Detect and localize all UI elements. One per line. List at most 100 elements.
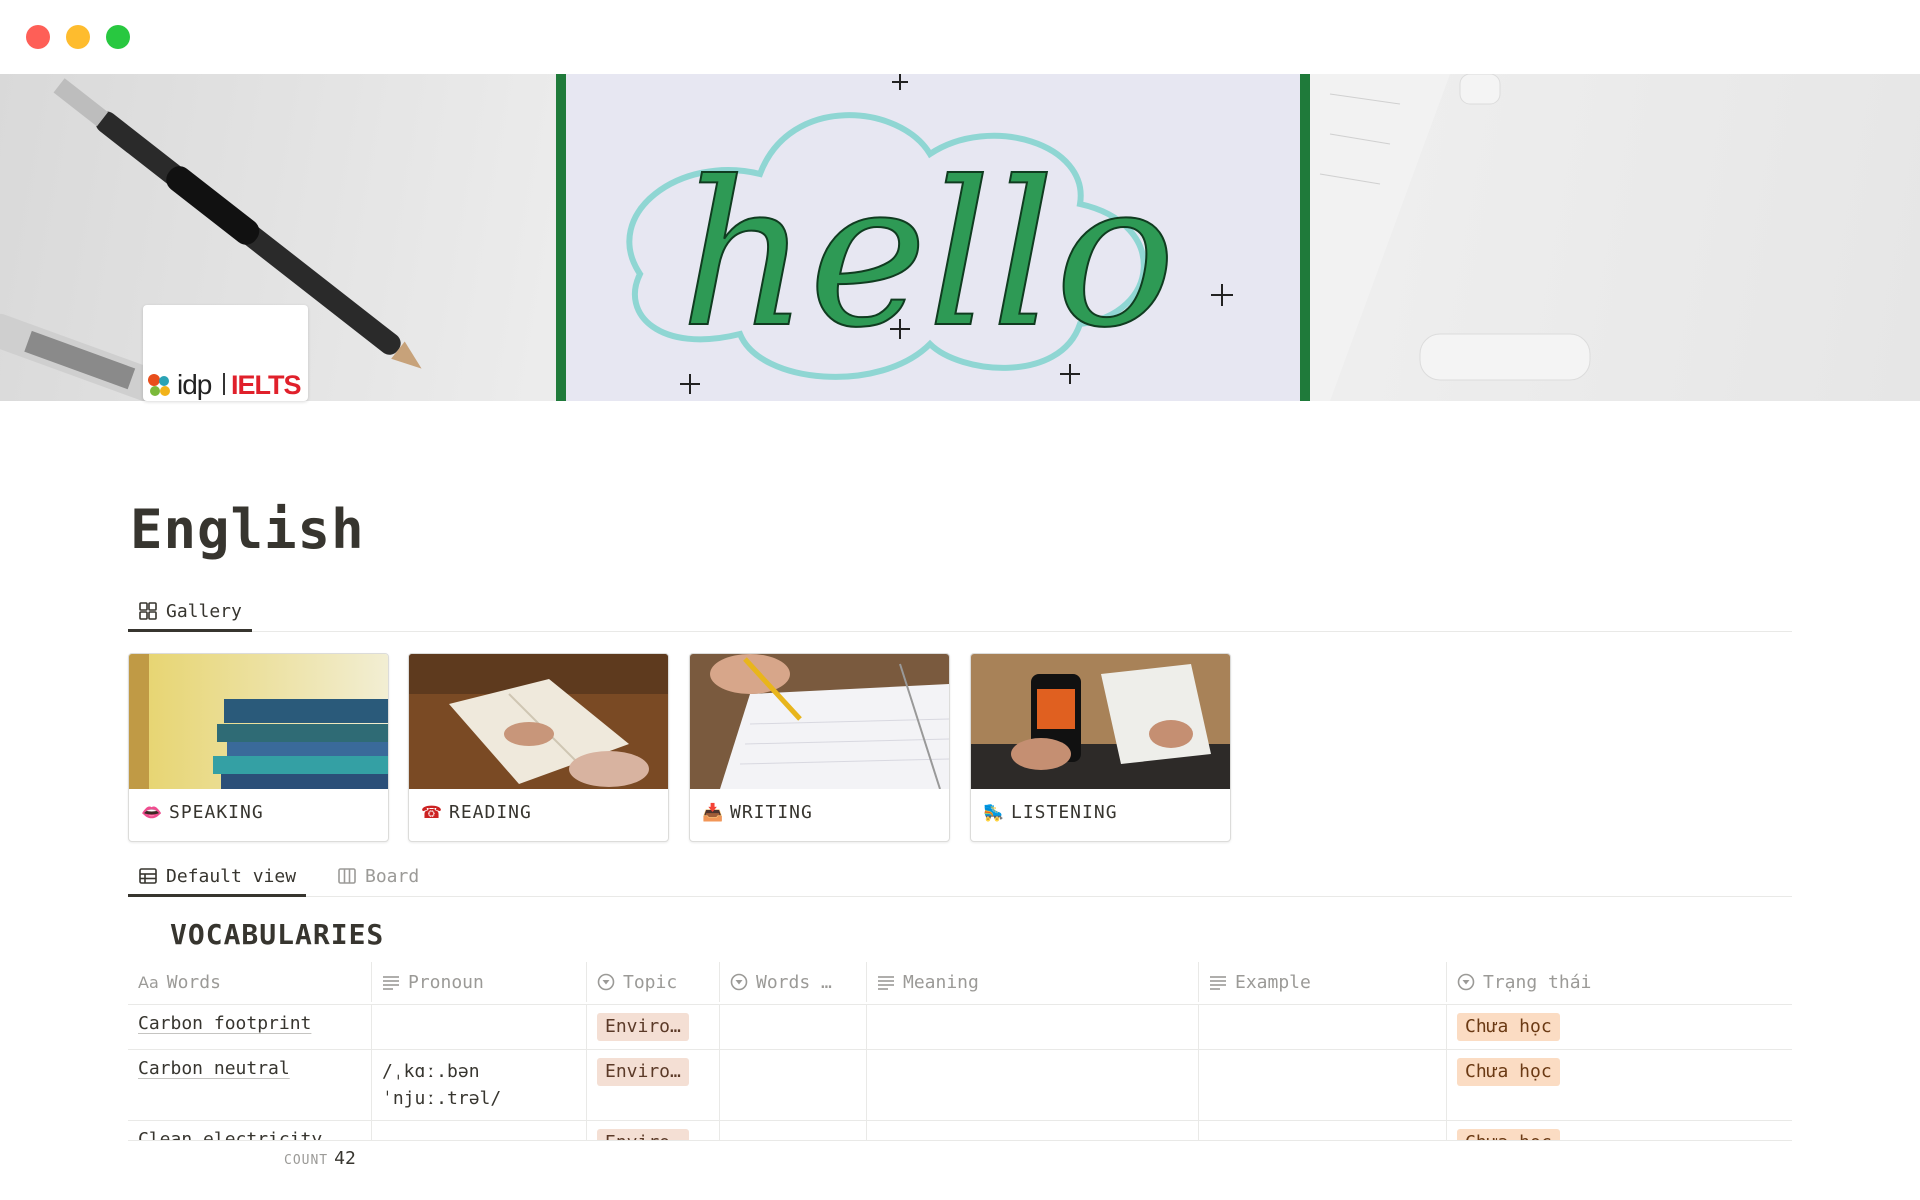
gallery-card-listening[interactable]: 🛼 LISTENING xyxy=(970,653,1231,842)
table-row[interactable]: Carbon neutral /ˌkɑː.bən ˈnjuː.trəl/ Env… xyxy=(128,1049,1792,1120)
close-window-button[interactable] xyxy=(26,25,50,49)
database-view-tabs: Default view Board xyxy=(127,856,1792,897)
database-title[interactable]: VOCABULARIES xyxy=(170,918,384,951)
column-label: Pronoun xyxy=(408,971,484,993)
tab-gallery[interactable]: Gallery xyxy=(128,591,252,632)
count-label: COUNT xyxy=(284,1153,329,1168)
table-icon xyxy=(139,868,157,884)
cell-example[interactable] xyxy=(1198,1050,1446,1120)
text-lines-icon xyxy=(878,976,894,990)
cell-topic[interactable]: Enviro… xyxy=(586,1005,719,1049)
board-icon xyxy=(338,868,356,884)
cell-words-2[interactable] xyxy=(719,1050,866,1120)
table-row[interactable]: Carbon footprint Enviro… Chưa học xyxy=(128,1004,1792,1049)
cell-pronoun[interactable] xyxy=(371,1121,586,1140)
pronoun-text-line: /ˌkɑː.bən xyxy=(382,1061,480,1082)
logo-brand: idp xyxy=(177,369,212,400)
pronoun-text-line: ˈnjuː.trəl/ xyxy=(382,1088,502,1109)
cell-status[interactable]: Chưa học xyxy=(1446,1121,1792,1140)
cell-words-2[interactable] xyxy=(719,1005,866,1049)
tab-board[interactable]: Board xyxy=(337,856,419,896)
cell-example[interactable] xyxy=(1198,1121,1446,1140)
card-title: WRITING xyxy=(730,802,813,823)
column-header-pronoun[interactable]: Pronoun xyxy=(371,962,586,1002)
column-header-topic[interactable]: Topic xyxy=(586,962,719,1002)
cell-status[interactable]: Chưa học xyxy=(1446,1005,1792,1049)
card-title-row: 👄 SPEAKING xyxy=(141,802,264,823)
gallery-icon xyxy=(139,602,157,620)
word-link[interactable]: Clean electricity xyxy=(138,1129,322,1140)
topic-tag: Enviro… xyxy=(597,1129,689,1140)
logo-product: IELTS xyxy=(231,370,302,400)
logo-separator xyxy=(223,373,225,395)
writing-thumbnail xyxy=(690,654,949,789)
window-titlebar xyxy=(0,0,1920,74)
cell-example[interactable] xyxy=(1198,1005,1446,1049)
column-label: Topic xyxy=(623,971,678,993)
page-title[interactable]: English xyxy=(130,498,365,561)
column-header-words-2[interactable]: Words … xyxy=(719,962,866,1002)
cell-pronoun[interactable]: /ˌkɑː.bən ˈnjuː.trəl/ xyxy=(371,1050,586,1120)
lips-icon: 👄 xyxy=(141,802,164,823)
card-title-row: ☎ READING xyxy=(421,802,532,823)
page-icon-logo[interactable]: idp IELTS xyxy=(143,305,308,401)
column-header-example[interactable]: Example xyxy=(1198,962,1446,1002)
idp-logo-mark-icon xyxy=(148,374,170,396)
text-lines-icon xyxy=(383,976,399,990)
card-title-row: 📥 WRITING xyxy=(702,802,813,823)
gallery-view-tabs: Gallery xyxy=(128,591,1792,632)
tab-gallery-label: Gallery xyxy=(166,600,242,622)
select-property-icon xyxy=(730,973,748,991)
tab-default-view-label: Default view xyxy=(166,865,297,887)
gallery-card-speaking[interactable]: 👄 SPEAKING xyxy=(128,653,389,842)
column-label: Trạng thái xyxy=(1483,971,1592,993)
reading-thumbnail xyxy=(409,654,668,789)
cell-word[interactable]: Clean electricity xyxy=(128,1121,371,1140)
count-value: 42 xyxy=(334,1148,356,1169)
minimize-window-button[interactable] xyxy=(66,25,90,49)
cell-pronoun[interactable] xyxy=(371,1005,586,1049)
cell-meaning[interactable] xyxy=(866,1005,1198,1049)
card-title: SPEAKING xyxy=(169,802,264,823)
column-label: Meaning xyxy=(903,971,979,993)
text-property-icon: Aa xyxy=(138,972,159,992)
word-link[interactable]: Carbon neutral xyxy=(138,1058,290,1079)
column-label: Words … xyxy=(756,971,832,993)
topic-tag: Enviro… xyxy=(597,1058,689,1086)
listening-thumbnail xyxy=(971,654,1230,789)
topic-tag: Enviro… xyxy=(597,1013,689,1041)
tab-board-label: Board xyxy=(365,865,420,887)
word-link[interactable]: Carbon footprint xyxy=(138,1013,311,1034)
tab-default-view[interactable]: Default view xyxy=(127,856,307,897)
table-header: Aa Words Pronoun Topic Words … Meaning E… xyxy=(128,962,1792,1002)
status-property-icon xyxy=(1457,973,1475,991)
row-count[interactable]: COUNT 42 xyxy=(284,1148,356,1169)
svg-text:hello: hello xyxy=(680,139,1176,372)
telephone-icon: ☎ xyxy=(421,802,444,823)
card-title-row: 🛼 LISTENING xyxy=(983,802,1118,823)
cell-word[interactable]: Carbon neutral xyxy=(128,1050,371,1120)
cell-word[interactable]: Carbon footprint xyxy=(128,1005,371,1049)
column-header-status[interactable]: Trạng thái xyxy=(1446,962,1792,1002)
status-tag: Chưa học xyxy=(1457,1058,1560,1086)
gallery-card-writing[interactable]: 📥 WRITING xyxy=(689,653,950,842)
cell-meaning[interactable] xyxy=(866,1050,1198,1120)
cell-status[interactable]: Chưa học xyxy=(1446,1050,1792,1120)
zoom-window-button[interactable] xyxy=(106,25,130,49)
cell-topic[interactable]: Enviro… xyxy=(586,1121,719,1140)
cell-topic[interactable]: Enviro… xyxy=(586,1050,719,1120)
status-tag: Chưa học xyxy=(1457,1129,1560,1140)
cell-meaning[interactable] xyxy=(866,1121,1198,1140)
roller-skate-icon: 🛼 xyxy=(983,802,1006,823)
column-header-words[interactable]: Aa Words xyxy=(128,962,371,1002)
card-title: READING xyxy=(449,802,532,823)
card-title: LISTENING xyxy=(1011,802,1118,823)
column-header-meaning[interactable]: Meaning xyxy=(866,962,1198,1002)
column-label: Words xyxy=(166,971,221,993)
inbox-icon: 📥 xyxy=(702,802,725,823)
speaking-thumbnail xyxy=(129,654,388,789)
gallery-card-reading[interactable]: ☎ READING xyxy=(408,653,669,842)
cell-words-2[interactable] xyxy=(719,1121,866,1140)
column-label: Example xyxy=(1235,971,1311,993)
table-row[interactable]: Clean electricity Enviro… Chưa học xyxy=(128,1120,1792,1140)
